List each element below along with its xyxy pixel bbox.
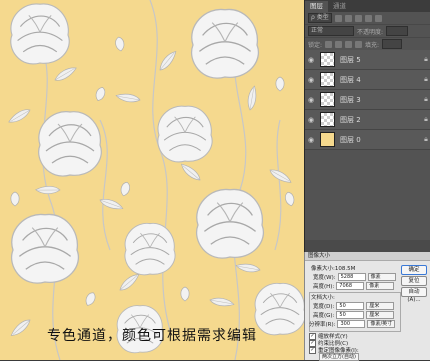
dialog-title: 图像大小 (305, 252, 430, 261)
resample-checkbox[interactable]: ✓ (309, 346, 316, 354)
blend-row: 正常 不透明度: (305, 25, 430, 38)
opacity-input[interactable] (386, 26, 409, 36)
doc-width-unit-select[interactable]: 厘米 (366, 302, 395, 310)
doc-height-unit-select[interactable]: 厘米 (366, 311, 395, 319)
layer-thumbnail (320, 132, 335, 147)
ok-button[interactable]: 确定 (401, 265, 427, 275)
pixel-filter-icon[interactable] (334, 14, 342, 22)
lock-label: 锁定: (308, 41, 323, 49)
layer-thumbnail (320, 112, 335, 127)
adjustment-filter-icon[interactable] (344, 14, 352, 22)
resolution-input[interactable]: 300 (337, 320, 366, 328)
lock-icon: 🔒︎ (424, 95, 428, 103)
layer-name: 图层 4 (340, 75, 361, 84)
layer-name: 图层 0 (340, 135, 361, 144)
layer-row[interactable]: ◉ 图层 5 🔒︎ (305, 50, 430, 70)
layer-row[interactable]: ◉ 图层 2 🔒︎ (305, 110, 430, 130)
layer-name: 图层 2 (340, 115, 361, 124)
lock-icon: 🔒︎ (424, 135, 428, 143)
layer-name: 图层 5 (340, 55, 361, 64)
kind-filter-select[interactable]: ρ 类型 (308, 13, 332, 23)
layer-list: ◉ 图层 5 🔒︎ ◉ 图层 4 🔒︎ ◉ 图层 3 🔒︎ ◉ 图层 2 🔒︎ … (305, 50, 430, 150)
eye-icon[interactable]: ◉ (305, 136, 317, 144)
fill-label: 填充: (365, 41, 380, 49)
lock-icon: 🔒︎ (424, 75, 428, 83)
lock-icon: 🔒︎ (424, 115, 428, 123)
document-canvas[interactable]: 专色通道，颜色可根据需求编辑 (0, 0, 304, 360)
doc-height-label: 高度(G): (313, 313, 335, 319)
lock-image-icon[interactable] (335, 40, 343, 48)
pixel-size-label: 像素大小:108.5M (311, 266, 356, 272)
type-filter-icon[interactable] (354, 14, 362, 22)
lock-all-icon[interactable] (355, 40, 363, 48)
panel-tabs: 图层 通道 (305, 0, 430, 12)
reset-button[interactable]: 复位 (401, 276, 427, 286)
doc-width-row: 宽度(D): 50 厘米 (313, 302, 395, 310)
tab-channels[interactable]: 通道 (328, 1, 351, 12)
shape-filter-icon[interactable] (364, 14, 372, 22)
eye-icon[interactable]: ◉ (305, 56, 317, 64)
height-label: 高度(H): (313, 284, 335, 290)
panel-footer (305, 240, 430, 252)
resolution-unit-select[interactable]: 像素/英寸 (367, 320, 396, 328)
width-input[interactable]: 5288 (337, 273, 366, 281)
canvas-caption: 专色通道，颜色可根据需求编辑 (47, 328, 257, 344)
tab-layers[interactable]: 图层 (305, 1, 328, 12)
doc-size-row: 文档大小: (311, 293, 335, 301)
filter-row: ρ 类型 (305, 12, 430, 25)
layer-name: 图层 3 (340, 95, 361, 104)
layer-row[interactable]: ◉ 图层 4 🔒︎ (305, 70, 430, 90)
layer-row[interactable]: ◉ 图层 3 🔒︎ (305, 90, 430, 110)
eye-icon[interactable]: ◉ (305, 116, 317, 124)
floral-pattern-artwork (6, 0, 304, 360)
doc-size-label: 文档大小: (311, 295, 335, 301)
doc-height-input[interactable]: 50 (336, 311, 365, 319)
layer-thumbnail (320, 72, 335, 87)
doc-width-label: 宽度(D): (313, 304, 335, 310)
layers-panel: 图层 通道 ρ 类型 正常 不透明度: 锁定: 填充: ◉ 图层 5 🔒︎ ◉ (304, 0, 430, 252)
layer-thumbnail (320, 92, 335, 107)
lock-icon: 🔒︎ (424, 55, 428, 63)
lock-position-icon[interactable] (345, 40, 353, 48)
lock-transparent-icon[interactable] (325, 40, 333, 48)
blend-mode-select[interactable]: 正常 (308, 26, 354, 36)
layer-thumbnail (320, 52, 335, 67)
layer-row[interactable]: ◉ 图层 0 🔒︎ (305, 130, 430, 150)
opacity-label: 不透明度: (357, 28, 384, 36)
auto-button[interactable]: 自动(A)... (401, 287, 427, 303)
doc-height-row: 高度(G): 50 厘米 (313, 311, 395, 319)
smart-object-filter-icon[interactable] (374, 14, 382, 22)
pixel-width-row: 宽度(W): 5288 像素 (313, 273, 396, 281)
width-unit-select[interactable]: 像素 (367, 273, 396, 281)
doc-width-input[interactable]: 50 (336, 302, 365, 310)
eye-icon[interactable]: ◉ (305, 96, 317, 104)
height-input[interactable]: 7068 (336, 282, 365, 290)
pixel-height-row: 高度(H): 7068 像素 (313, 282, 395, 290)
resolution-row: 分辨率(R): 300 像素/英寸 (309, 320, 396, 328)
pixel-size-row: 像素大小:108.5M (311, 264, 355, 272)
width-label: 宽度(W): (313, 275, 336, 281)
height-unit-select[interactable]: 像素 (366, 282, 395, 290)
eye-icon[interactable]: ◉ (305, 76, 317, 84)
image-size-dialog: 图像大小 像素大小:108.5M 宽度(W): 5288 像素 高度(H): 7… (304, 252, 430, 361)
resolution-label: 分辨率(R): (309, 322, 336, 328)
fill-input[interactable] (382, 39, 403, 49)
